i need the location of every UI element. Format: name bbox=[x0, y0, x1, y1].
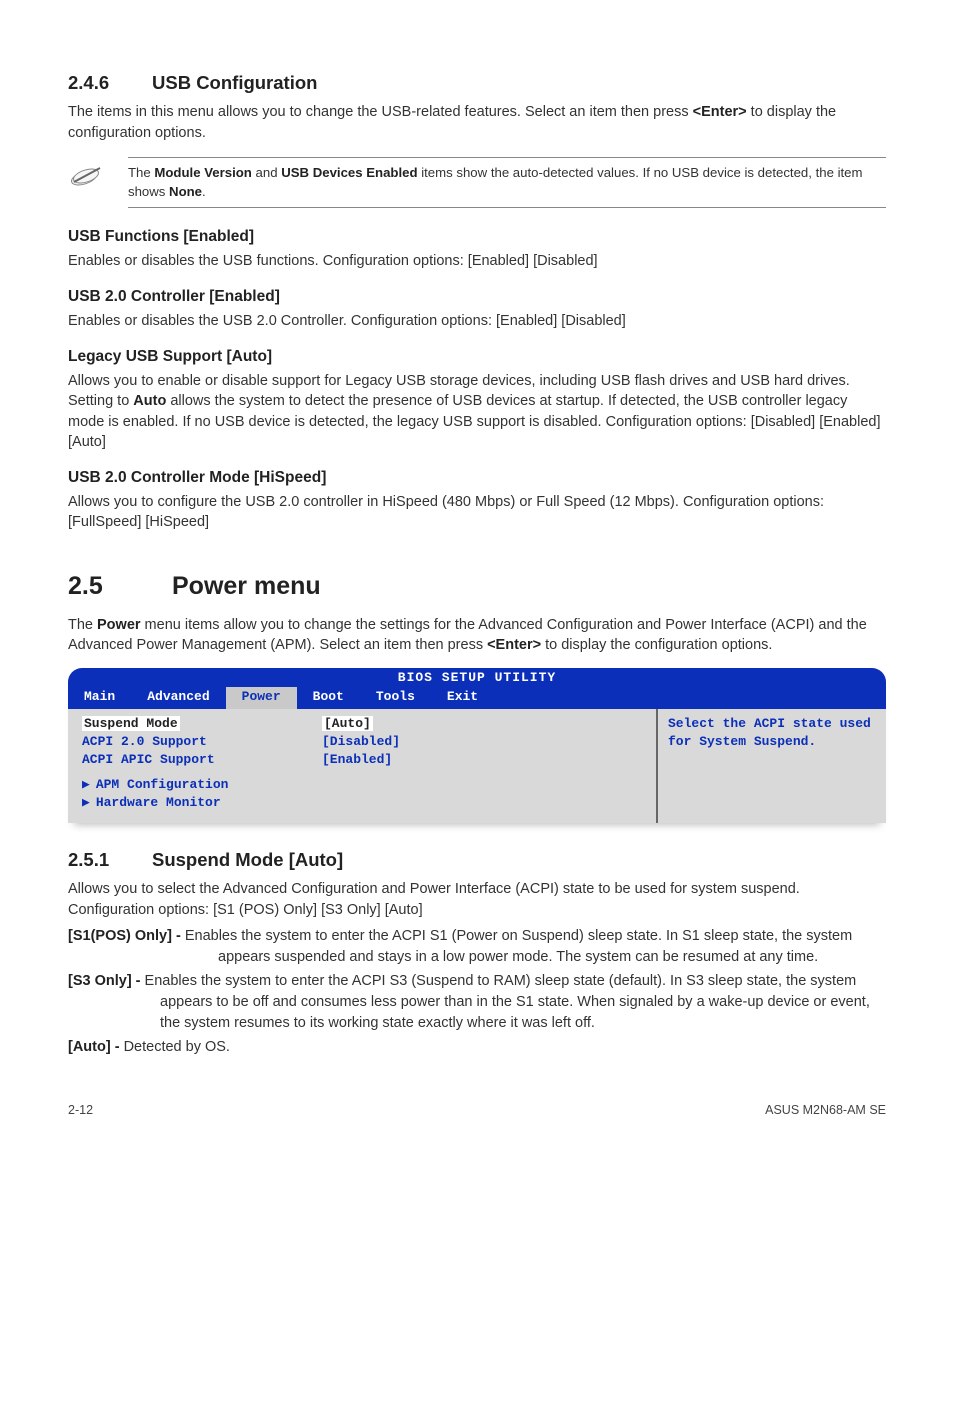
body-text: Enables or disables the USB 2.0 Controll… bbox=[68, 311, 886, 332]
bios-main-pane: Suspend Mode [Auto] ACPI 2.0 Support [Di… bbox=[68, 709, 656, 823]
heading-suspend-mode: 2.5.1Suspend Mode [Auto] bbox=[68, 847, 886, 873]
section-title: Power menu bbox=[172, 572, 321, 600]
bios-tab-main[interactable]: Main bbox=[68, 687, 131, 708]
bios-label: ACPI 2.0 Support bbox=[82, 733, 322, 751]
triangle-right-icon: ▶ bbox=[82, 795, 90, 810]
bios-row-acpi20[interactable]: ACPI 2.0 Support [Disabled] bbox=[82, 733, 642, 751]
option-auto: [Auto] - Detected by OS. bbox=[68, 1037, 886, 1058]
bios-submenu-label: Hardware Monitor bbox=[96, 795, 221, 810]
option-label: [Auto] - bbox=[68, 1039, 124, 1055]
page-footer: 2-12 ASUS M2N68-AM SE bbox=[68, 1102, 886, 1120]
subheading: USB Functions [Enabled] bbox=[68, 226, 886, 248]
page-number: 2-12 bbox=[68, 1102, 93, 1120]
section-number: 2.5.1 bbox=[68, 847, 152, 873]
section-number: 2.5 bbox=[68, 569, 172, 605]
option-text: Enables the system to enter the ACPI S3 … bbox=[145, 973, 870, 1030]
product-name: ASUS M2N68-AM SE bbox=[765, 1102, 886, 1120]
note-icon bbox=[68, 157, 128, 194]
bios-screenshot: BIOS SETUP UTILITY Main Advanced Power B… bbox=[68, 668, 886, 823]
subheading: USB 2.0 Controller Mode [HiSpeed] bbox=[68, 467, 886, 489]
bios-tab-advanced[interactable]: Advanced bbox=[131, 687, 225, 708]
bios-row-acpi-apic[interactable]: ACPI APIC Support [Enabled] bbox=[82, 751, 642, 769]
option-s1pos: [S1(POS) Only] - Enables the system to e… bbox=[68, 926, 886, 967]
bios-tab-bar: Main Advanced Power Boot Tools Exit bbox=[68, 687, 886, 708]
bios-tab-tools[interactable]: Tools bbox=[360, 687, 431, 708]
body-text: Allows you to enable or disable support … bbox=[68, 371, 886, 453]
option-s3only: [S3 Only] - Enables the system to enter … bbox=[68, 971, 886, 1033]
option-label: [S1(POS) Only] - bbox=[68, 928, 185, 944]
bios-title: BIOS SETUP UTILITY bbox=[68, 668, 886, 687]
heading-usb-configuration: 2.4.6USB Configuration bbox=[68, 70, 886, 96]
bios-help-pane: Select the ACPI state used for System Su… bbox=[656, 709, 886, 823]
subheading: Legacy USB Support [Auto] bbox=[68, 346, 886, 368]
body-text: Allows you to select the Advanced Config… bbox=[68, 879, 886, 920]
section-title: USB Configuration bbox=[152, 72, 317, 93]
bios-value: [Enabled] bbox=[322, 751, 392, 769]
section-title: Suspend Mode [Auto] bbox=[152, 849, 343, 870]
body-text: Enables or disables the USB functions. C… bbox=[68, 251, 886, 272]
bios-tab-boot[interactable]: Boot bbox=[297, 687, 360, 708]
bios-submenu-hwmon[interactable]: ▶ Hardware Monitor bbox=[82, 794, 642, 812]
bios-value: [Disabled] bbox=[322, 733, 400, 751]
section-number: 2.4.6 bbox=[68, 70, 152, 96]
note-block: The Module Version and USB Devices Enabl… bbox=[68, 157, 886, 208]
subheading: USB 2.0 Controller [Enabled] bbox=[68, 286, 886, 308]
option-text: Detected by OS. bbox=[124, 1039, 230, 1055]
bios-tab-power[interactable]: Power bbox=[226, 687, 297, 708]
bios-tab-exit[interactable]: Exit bbox=[431, 687, 494, 708]
bios-submenu-apm[interactable]: ▶ APM Configuration bbox=[82, 776, 642, 794]
bios-submenu-label: APM Configuration bbox=[96, 777, 229, 792]
triangle-right-icon: ▶ bbox=[82, 777, 90, 792]
option-label: [S3 Only] - bbox=[68, 973, 145, 989]
body-text: The Power menu items allow you to change… bbox=[68, 615, 886, 656]
body-text: The items in this menu allows you to cha… bbox=[68, 102, 886, 143]
note-text: The Module Version and USB Devices Enabl… bbox=[128, 157, 886, 208]
option-text: Enables the system to enter the ACPI S1 … bbox=[185, 928, 852, 965]
bios-value: [Auto] bbox=[322, 716, 373, 731]
bios-row-suspend-mode[interactable]: Suspend Mode [Auto] bbox=[82, 715, 642, 733]
bios-label: Suspend Mode bbox=[82, 716, 180, 731]
body-text: Allows you to configure the USB 2.0 cont… bbox=[68, 492, 886, 533]
heading-power-menu: 2.5Power menu bbox=[68, 569, 886, 605]
bios-label: ACPI APIC Support bbox=[82, 751, 322, 769]
